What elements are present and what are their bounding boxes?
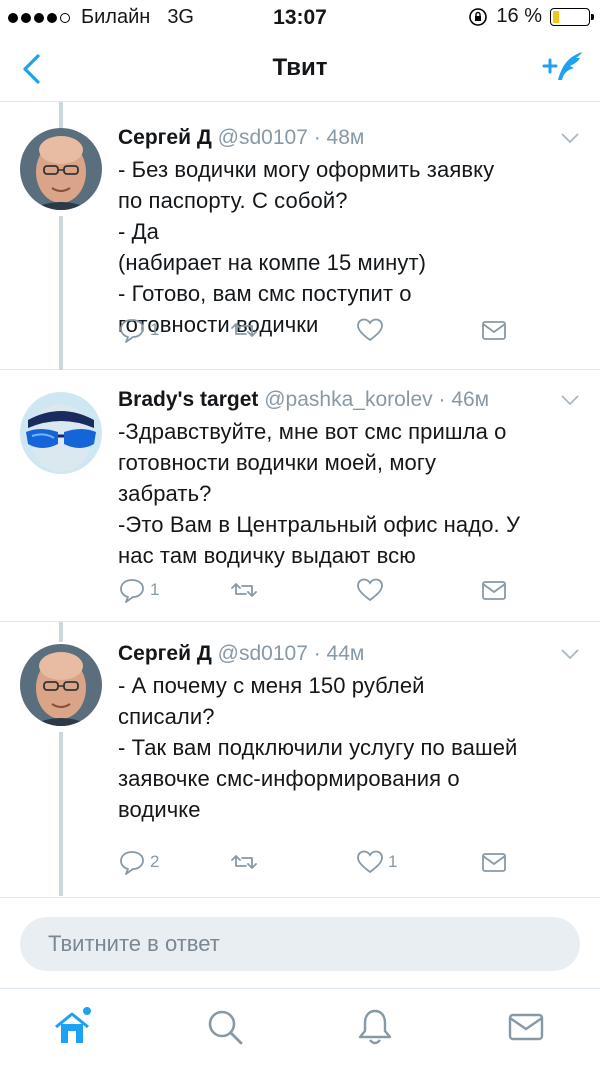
reply-icon (120, 579, 144, 603)
tweet-time: · 44м (313, 642, 365, 665)
navigation-bar: Твит (0, 36, 600, 102)
tab-bar (0, 988, 600, 1066)
page-title: Твит (272, 54, 328, 81)
author-name[interactable]: Brady's target (118, 388, 258, 411)
tweet-time: · 46м (438, 388, 490, 411)
tweet[interactable]: Сергей Д @sd0107 · 48м - Без водички мог… (0, 102, 600, 370)
like-button[interactable] (356, 316, 388, 344)
retweet-icon (231, 855, 257, 869)
avatar[interactable] (20, 392, 102, 474)
direct-message-button[interactable] (480, 316, 508, 344)
thread-connector (59, 732, 63, 896)
author-name[interactable]: Сергей Д (118, 126, 212, 149)
reply-button[interactable]: 1 (118, 316, 159, 344)
battery-level (553, 10, 560, 23)
reply-count: 1 (150, 580, 160, 599)
avatar[interactable] (20, 644, 102, 726)
like-button[interactable]: 1 (356, 848, 397, 876)
mail-icon (482, 581, 506, 600)
retweet-button[interactable] (230, 576, 262, 604)
reply-placeholder: Твитните в ответ (48, 931, 220, 956)
tweet-time: · 48м (313, 126, 365, 149)
retweet-icon (231, 323, 257, 337)
author-name[interactable]: Сергей Д (118, 642, 212, 665)
chevron-down-icon[interactable] (560, 132, 580, 144)
battery-percent: 16 % (496, 5, 542, 27)
retweet-button[interactable] (230, 848, 262, 876)
like-button[interactable] (356, 576, 388, 604)
mail-icon (482, 853, 506, 872)
thread-connector (59, 216, 63, 370)
tweet-actions: 1 (118, 316, 580, 346)
search-icon[interactable] (205, 1007, 245, 1047)
tweet[interactable]: Brady's target @pashka_korolev · 46м -Зд… (0, 370, 600, 622)
author-handle[interactable]: @sd0107 (218, 642, 308, 665)
reply-button[interactable]: 1 (118, 576, 159, 604)
rotation-lock-icon (469, 7, 488, 26)
tweet-header: Brady's target @pashka_korolev · 46м (118, 388, 580, 412)
author-handle[interactable]: @pashka_korolev (264, 388, 432, 411)
heart-icon (357, 318, 383, 342)
direct-message-button[interactable] (480, 576, 508, 604)
battery-icon (550, 7, 594, 26)
reply-icon (120, 319, 144, 343)
tweet-actions: 1 (118, 576, 580, 606)
chevron-down-icon[interactable] (560, 394, 580, 406)
home-icon[interactable] (52, 1007, 92, 1047)
tweet-actions: 2 1 (118, 848, 580, 878)
tweet-thread: Сергей Д @sd0107 · 48м - Без водички мог… (0, 102, 600, 896)
reply-count: 2 (150, 852, 160, 871)
reply-input[interactable]: Твитните в ответ (20, 917, 580, 971)
avatar[interactable] (20, 128, 102, 210)
reply-button[interactable]: 2 (118, 848, 159, 876)
author-handle[interactable]: @sd0107 (218, 126, 308, 149)
thread-connector (59, 622, 63, 642)
direct-message-button[interactable] (480, 848, 508, 876)
retweet-button[interactable] (230, 316, 262, 344)
reply-icon (120, 851, 144, 875)
messages-icon[interactable] (506, 1007, 546, 1047)
notifications-icon[interactable] (355, 1007, 395, 1047)
compose-tweet-icon[interactable] (540, 50, 584, 88)
tweet-text: - Без водички могу оформить заявку по па… (118, 157, 495, 337)
heart-icon (357, 850, 383, 874)
tweet-header: Сергей Д @sd0107 · 48м (118, 126, 580, 150)
tweet-text: -Здравствуйте, мне вот смс пришла о гото… (118, 419, 521, 568)
like-count: 1 (388, 852, 398, 871)
status-bar: Билайн 3G 13:07 16 % (0, 0, 600, 36)
tweet[interactable]: Сергей Д @sd0107 · 44м - А почему с меня… (0, 622, 600, 896)
divider (0, 897, 600, 898)
mail-icon (482, 321, 506, 340)
tweet-text: - А почему с меня 150 рублей списали? - … (118, 673, 518, 822)
chevron-down-icon[interactable] (560, 648, 580, 660)
heart-icon (357, 578, 383, 602)
reply-count: 1 (150, 320, 160, 339)
tweet-header: Сергей Д @sd0107 · 44м (118, 642, 580, 666)
status-right: 16 % (468, 5, 594, 28)
retweet-icon (231, 583, 257, 597)
